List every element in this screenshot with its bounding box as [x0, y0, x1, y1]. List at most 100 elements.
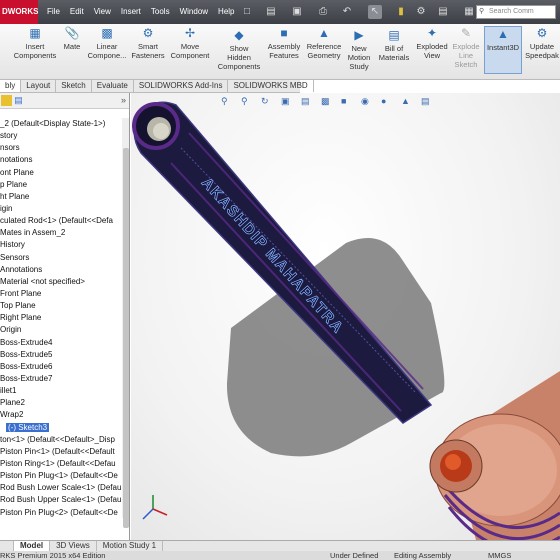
hide-show-items-icon[interactable]: ◉	[361, 96, 369, 107]
previous-view-icon[interactable]: ↻	[261, 96, 269, 107]
menu-insert[interactable]: Insert	[116, 0, 146, 24]
tree-item[interactable]: (-) Sketch3	[0, 422, 124, 434]
tree-item[interactable]: Boss-Extrude5	[0, 349, 124, 361]
menu-help[interactable]: Help	[213, 0, 239, 24]
tree-item[interactable]: Mates in Assem_2	[0, 227, 124, 239]
tree-item[interactable]: Piston Pin Plug<1> (Default<<De	[0, 470, 124, 482]
tree-item[interactable]: Annotations	[0, 264, 124, 276]
new-document-icon[interactable]: □	[240, 5, 254, 19]
menu-edit[interactable]: Edit	[65, 0, 89, 24]
dynamic-annotation-icon[interactable]: ▤	[301, 96, 310, 107]
section-view-icon[interactable]: ▣	[281, 96, 290, 107]
update-speedpak-button[interactable]: ⚙ Update Speedpak	[524, 26, 560, 60]
menu-file[interactable]: File	[42, 0, 65, 24]
tab-addins[interactable]: SOLIDWORKS Add-Ins	[134, 80, 229, 92]
tree-item[interactable]: Front Plane	[0, 288, 124, 300]
command-search-icon[interactable]: ▦	[462, 5, 476, 19]
tree-item[interactable]: ht Plane	[0, 191, 124, 203]
tree-item[interactable]: illet1	[0, 385, 124, 397]
tree-item[interactable]: _2 (Default<Display State-1>)	[0, 118, 124, 130]
options-gear-icon[interactable]: ⚙	[414, 5, 428, 19]
show-hidden-components-button[interactable]: ◆ Show Hidden Components	[216, 28, 262, 71]
apply-scene-icon[interactable]: ▲	[401, 96, 410, 106]
tree-item[interactable]: notations	[0, 154, 124, 166]
tree-item-label: Plane2	[0, 398, 25, 408]
zoom-area-icon[interactable]: ⚲	[241, 96, 248, 107]
print-icon[interactable]: ⎙	[316, 5, 330, 19]
tree-item[interactable]: ton<1> (Default<<Default>_Disp	[0, 434, 124, 446]
menu-tools[interactable]: Tools	[146, 0, 175, 24]
tab-layout[interactable]: Layout	[21, 80, 57, 92]
tree-item[interactable]: Material <not specified>	[0, 276, 124, 288]
tab-3d-views[interactable]: 3D Views	[50, 541, 97, 551]
new-motion-study-button[interactable]: ▶ New Motion Study	[344, 28, 374, 71]
file-properties-icon[interactable]: ▤	[436, 5, 450, 19]
explode-line-sketch-button[interactable]: ✎ Explode Line Sketch	[450, 26, 482, 69]
bill-of-materials-button[interactable]: ▤ Bill of Materials	[376, 28, 412, 62]
status-units[interactable]: MMGS	[488, 551, 511, 560]
tree-item[interactable]: Plane2	[0, 397, 124, 409]
graphics-viewport[interactable]: AKASHDIP MAHAPATRA ⚲ ⚲ ↻ ▣ ▤ ▩ ■ ◉ ● ▲ ▤	[131, 93, 560, 540]
tab-sketch[interactable]: Sketch	[56, 80, 92, 92]
tree-item[interactable]: Top Plane	[0, 300, 124, 312]
insert-components-button[interactable]: ▦ Insert Components	[12, 26, 58, 60]
undo-icon[interactable]: ↶	[340, 5, 354, 19]
menu-window[interactable]: Window	[175, 0, 213, 24]
tab-mbd[interactable]: SOLIDWORKS MBD	[228, 80, 314, 92]
tree-item[interactable]: Wrap2	[0, 409, 124, 421]
tree-item[interactable]: ont Plane	[0, 167, 124, 179]
tree-item[interactable]: Boss-Extrude7	[0, 373, 124, 385]
tree-item-label: Front Plane	[0, 288, 42, 298]
tree-item[interactable]: Sensors	[0, 252, 124, 264]
exploded-view-button[interactable]: ✦ Exploded View	[414, 26, 450, 60]
tree-item[interactable]: Rod Bush Lower Scale<1> (Defau	[0, 482, 124, 494]
tree-scrollbar-thumb[interactable]	[123, 148, 129, 528]
feature-tree: _2 (Default<Display State-1>) story nsors n…	[0, 118, 124, 519]
tree-item[interactable]: p Plane	[0, 179, 124, 191]
tree-item[interactable]: Piston Pin<1> (Default<<Default	[0, 446, 124, 458]
tab-evaluate[interactable]: Evaluate	[92, 80, 134, 92]
select-cursor-icon[interactable]: ↖	[368, 5, 382, 19]
reference-geometry-button[interactable]: ▲ Reference Geometry	[304, 26, 344, 60]
tab-scroll-icon[interactable]	[0, 541, 14, 551]
tree-item[interactable]: History	[0, 239, 124, 251]
tree-item[interactable]: culated Rod<1> (Default<<Defa	[0, 215, 124, 227]
assembly-features-button[interactable]: ■ Assembly Features	[264, 26, 304, 60]
tree-item[interactable]: Rod Bush Upper Scale<1> (Defau	[0, 494, 124, 506]
search-commands-input[interactable]: ⚲ Search Comm	[476, 5, 556, 19]
move-component-button[interactable]: ✢ Move Component	[168, 26, 212, 60]
tree-item-label: Sensors	[0, 252, 30, 262]
property-manager-icon[interactable]: ▤	[13, 95, 24, 106]
tree-item[interactable]: story	[0, 130, 124, 142]
piston[interactable]	[429, 371, 560, 540]
zoom-to-fit-icon[interactable]: ⚲	[221, 96, 228, 107]
rebuild-icon[interactable]: ▮	[394, 5, 408, 19]
tree-item[interactable]: Boss-Extrude6	[0, 361, 124, 373]
tab-motion-study-1[interactable]: Motion Study 1	[97, 541, 164, 551]
feature-manager-icon[interactable]	[1, 95, 12, 106]
tree-item[interactable]: Origin	[0, 324, 124, 336]
open-folder-icon[interactable]: ▤	[264, 5, 278, 19]
instant3d-icon: ▲	[497, 27, 509, 41]
edit-appearance-icon[interactable]: ●	[381, 96, 386, 106]
display-style-icon[interactable]: ■	[341, 96, 346, 106]
linear-pattern-button[interactable]: ▩ Linear Compone...	[86, 26, 128, 60]
bom-icon: ▤	[388, 28, 400, 42]
tab-assembly[interactable]: bly	[0, 80, 22, 92]
mate-button[interactable]: 📎 Mate	[58, 26, 86, 51]
expand-panel-icon[interactable]: »	[118, 95, 129, 106]
tab-model[interactable]: Model	[14, 541, 51, 551]
tree-item[interactable]: Piston Ring<1> (Default<<Defau	[0, 458, 124, 470]
tree-item[interactable]: Piston Pin Plug<2> (Default<<De	[0, 507, 124, 519]
tree-item[interactable]: Right Plane	[0, 312, 124, 324]
save-icon[interactable]: ▣	[290, 5, 304, 19]
tree-scrollbar[interactable]	[122, 118, 129, 528]
instant3d-button[interactable]: ▲ Instant3D	[484, 26, 522, 74]
smart-fasteners-button[interactable]: ⚙ Smart Fasteners	[128, 26, 168, 60]
view-settings-icon[interactable]: ▤	[421, 96, 430, 107]
tree-item[interactable]: nsors	[0, 142, 124, 154]
tree-item[interactable]: Boss-Extrude4	[0, 337, 124, 349]
tree-item[interactable]: igin	[0, 203, 124, 215]
menu-view[interactable]: View	[89, 0, 116, 24]
view-orientation-icon[interactable]: ▩	[321, 96, 330, 107]
